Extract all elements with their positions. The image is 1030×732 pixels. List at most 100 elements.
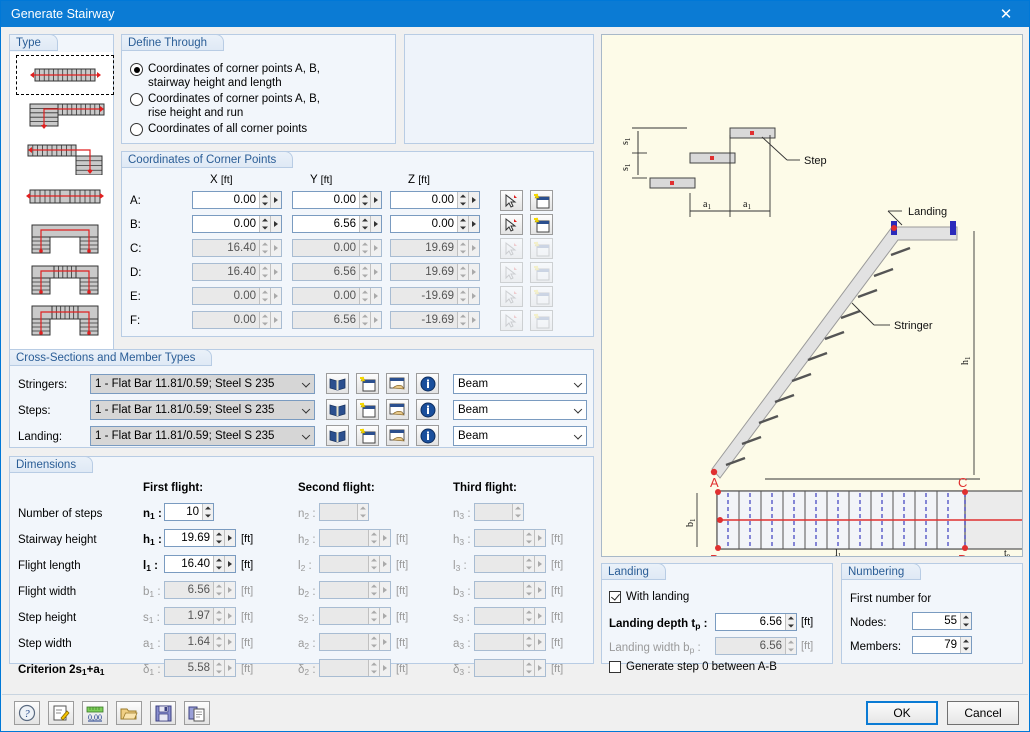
new-window-icon[interactable]	[356, 425, 379, 446]
spinner	[457, 240, 468, 256]
chevron-down-icon[interactable]	[569, 427, 586, 445]
help-button[interactable]: ?	[14, 701, 40, 725]
coord-input-a-x[interactable]: 0.00	[192, 191, 282, 209]
ok-button[interactable]: OK	[866, 701, 938, 725]
dropdown-arrow	[370, 288, 381, 304]
dim-symbol: s1 :	[143, 612, 160, 625]
spinner[interactable]	[213, 530, 224, 546]
type-thumb-u-shape-mid-flight[interactable]	[16, 260, 114, 300]
new-window-icon[interactable]	[356, 399, 379, 420]
generate-step-checkbox[interactable]: Generate step 0 between A-B	[609, 661, 777, 673]
dropdown-arrow	[468, 264, 479, 280]
section-combo-landing[interactable]: 1 - Flat Bar 11.81/0.59; Steel S 235	[90, 426, 315, 446]
chevron-down-icon[interactable]	[569, 401, 586, 419]
coord-input-a-z[interactable]: 0.00	[390, 191, 480, 209]
spinner[interactable]	[202, 504, 213, 520]
chevron-down-icon[interactable]	[569, 375, 586, 393]
import-icon[interactable]	[386, 425, 409, 446]
dropdown-arrow	[224, 634, 235, 650]
coord-input-e-y: 0.00	[292, 287, 382, 305]
close-icon[interactable]: ✕	[983, 1, 1029, 27]
type-thumb-u-shape-open[interactable]	[16, 219, 114, 259]
dim-input-l1[interactable]: 16.40	[164, 555, 236, 573]
spinner[interactable]	[359, 216, 370, 232]
spinner[interactable]	[457, 216, 468, 232]
pick-point-icon[interactable]	[500, 214, 523, 235]
spinner[interactable]	[213, 556, 224, 572]
spinner[interactable]	[259, 192, 270, 208]
label-point-b: B	[710, 552, 719, 556]
type-thumb-straight-flight[interactable]	[16, 55, 114, 95]
coord-input-a-y[interactable]: 0.00	[292, 191, 382, 209]
section-combo-stringers[interactable]: 1 - Flat Bar 11.81/0.59; Steel S 235	[90, 374, 315, 394]
dropdown-arrow[interactable]	[270, 216, 281, 232]
spinner[interactable]	[359, 192, 370, 208]
dropdown-arrow	[379, 582, 390, 598]
members-input[interactable]: 79	[912, 636, 972, 654]
spinner	[359, 240, 370, 256]
spinner	[457, 264, 468, 280]
dropdown-arrow[interactable]	[468, 192, 479, 208]
library-icon[interactable]	[326, 425, 349, 446]
dropdown-arrow[interactable]	[370, 216, 381, 232]
dropdown-arrow[interactable]	[370, 192, 381, 208]
type-thumb-split-straight[interactable]	[16, 178, 114, 218]
coord-input-b-z[interactable]: 0.00	[390, 215, 480, 233]
save-button[interactable]	[150, 701, 176, 725]
copy-button[interactable]	[184, 701, 210, 725]
member-type-combo-steps[interactable]: Beam	[453, 400, 587, 420]
import-icon[interactable]	[386, 373, 409, 394]
info-icon[interactable]	[416, 399, 439, 420]
units-button[interactable]: 0,00	[82, 701, 108, 725]
coord-input-b-y[interactable]: 6.56	[292, 215, 382, 233]
section-combo-steps[interactable]: 1 - Flat Bar 11.81/0.59; Steel S 235	[90, 400, 315, 420]
library-icon[interactable]	[326, 373, 349, 394]
dim-col-header-2: Third flight:	[453, 482, 517, 494]
members-label: Members:	[850, 641, 902, 653]
dropdown-arrow[interactable]	[224, 556, 235, 572]
coordinates-title: Coordinates of Corner Points	[121, 151, 294, 168]
dim-symbol: l2 :	[298, 560, 312, 573]
new-window-icon[interactable]	[530, 190, 553, 211]
radio-dot	[130, 63, 143, 76]
landing-depth-spinner[interactable]	[785, 614, 796, 630]
numbering-panel: Numbering First number for Nodes: 55 Mem…	[841, 563, 1023, 664]
nodes-spinner[interactable]	[960, 613, 971, 629]
cancel-button[interactable]: Cancel	[947, 701, 1019, 725]
radio-corner-points-rise-run[interactable]: Coordinates of corner points A, B, rise …	[130, 93, 385, 120]
chevron-down-icon[interactable]	[297, 401, 314, 419]
type-thumb-l-shape-left[interactable]	[16, 137, 114, 177]
dropdown-arrow[interactable]	[468, 216, 479, 232]
radio-all-corner-points[interactable]: Coordinates of all corner points	[130, 123, 385, 137]
info-icon[interactable]	[416, 373, 439, 394]
chevron-down-icon[interactable]	[297, 427, 314, 445]
library-icon[interactable]	[326, 399, 349, 420]
type-thumb-u-shape-full[interactable]	[16, 301, 114, 341]
open-button[interactable]	[116, 701, 142, 725]
with-landing-checkbox[interactable]: With landing	[609, 591, 689, 603]
pick-point-icon[interactable]	[500, 190, 523, 211]
dim-input-l2	[319, 555, 391, 573]
dim-input-n1[interactable]: 10	[164, 503, 214, 521]
type-thumb-l-shape-right[interactable]	[16, 96, 114, 136]
landing-depth-input[interactable]: 6.56	[715, 613, 797, 631]
edit-button[interactable]	[48, 701, 74, 725]
new-window-icon	[530, 262, 553, 283]
radio-corner-points-height-length[interactable]: Coordinates of corner points A, B, stair…	[130, 63, 385, 90]
new-window-icon[interactable]	[530, 214, 553, 235]
spinner[interactable]	[259, 216, 270, 232]
spinner[interactable]	[457, 192, 468, 208]
dropdown-arrow[interactable]	[224, 530, 235, 546]
new-window-icon[interactable]	[356, 373, 379, 394]
member-type-combo-stringers[interactable]: Beam	[453, 374, 587, 394]
chevron-down-icon[interactable]	[297, 375, 314, 393]
dropdown-arrow[interactable]	[270, 192, 281, 208]
dim-input-h1[interactable]: 19.69	[164, 529, 236, 547]
coord-input-b-x[interactable]: 0.00	[192, 215, 282, 233]
info-icon[interactable]	[416, 425, 439, 446]
import-icon[interactable]	[386, 399, 409, 420]
nodes-input[interactable]: 55	[912, 612, 972, 630]
radio-label-line1: Coordinates of corner points A, B,	[148, 63, 320, 75]
member-type-combo-landing[interactable]: Beam	[453, 426, 587, 446]
members-spinner[interactable]	[960, 637, 971, 653]
